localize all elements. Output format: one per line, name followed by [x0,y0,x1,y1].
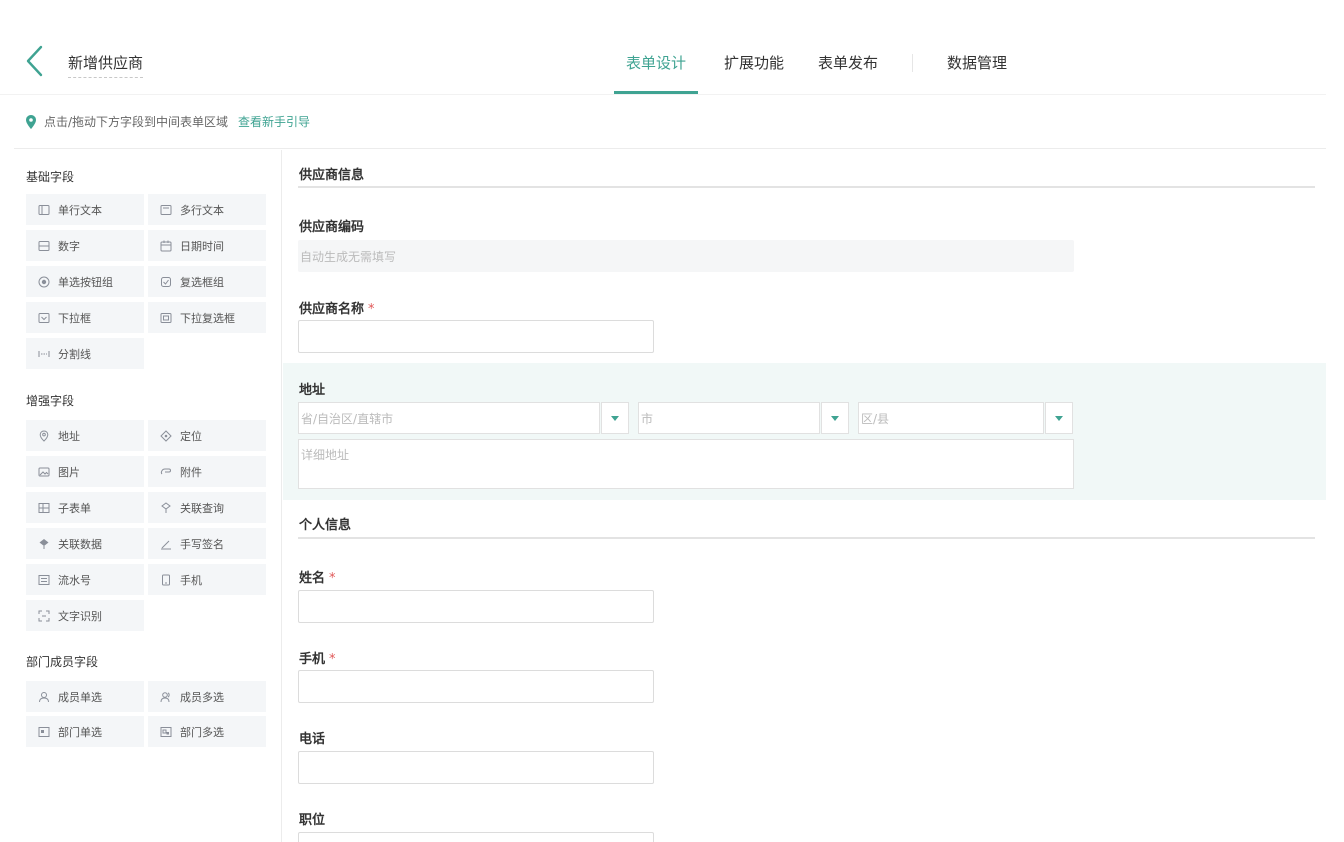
tab-form-publish[interactable]: 表单发布 [818,48,878,94]
required-mark: * [329,571,336,586]
field-member-multi[interactable]: 成员多选 [148,681,266,712]
form-canvas: 供应商信息 供应商编码 自动生成无需填写 供应商名称 * 地址 省/自治区/直辖市… [283,150,1326,842]
serial-number-icon [38,574,50,586]
supplier-code-field: 自动生成无需填写 [298,240,1074,272]
hint-bar: 点击/拖动下方字段到中间表单区域 查看新手引导 [26,113,310,130]
calendar-icon [160,240,172,252]
signature-icon [160,538,172,550]
name-label[interactable]: 姓名 * [299,567,336,586]
relation-query-icon [160,501,172,514]
position-label[interactable]: 职位 [299,809,325,828]
dropdown-icon [38,312,50,324]
guide-link[interactable]: 查看新手引导 [238,113,310,130]
field-phone[interactable]: 手机 [148,564,266,595]
position-input[interactable] [298,832,654,842]
form-title[interactable]: 新增供应商 [68,52,144,78]
basic-fields-title: 基础字段 [26,170,75,184]
city-dropdown-arrow-icon[interactable] [821,402,849,434]
field-member-single[interactable]: 成员单选 [26,681,144,712]
ocr-icon [38,610,50,622]
field-attachment[interactable]: 附件 [148,456,266,487]
group-supplier-info-line [298,186,1315,188]
tab-form-design[interactable]: 表单设计 [614,48,699,94]
subform-icon [38,502,50,514]
member-single-icon [38,691,50,703]
field-datetime[interactable]: 日期时间 [148,230,266,261]
department-multi-icon [160,726,172,738]
back-button[interactable] [22,44,48,78]
field-ocr[interactable]: 文字识别 [26,600,144,631]
field-divider[interactable]: 分割线 [26,338,144,369]
field-department-multi[interactable]: 部门多选 [148,716,266,747]
header-divider [0,94,1326,95]
field-subform[interactable]: 子表单 [26,492,144,523]
single-line-text-icon [38,204,50,216]
group-supplier-info-title[interactable]: 供应商信息 [299,164,364,183]
multi-dropdown-icon [160,312,172,324]
attachment-icon [160,466,172,478]
location-pin-icon [26,114,36,129]
tab-data-management[interactable]: 数据管理 [947,48,1007,94]
field-single-line-text[interactable]: 单行文本 [26,194,144,225]
address-detail-textarea[interactable]: 详细地址 [298,439,1074,489]
mobile-input[interactable] [298,670,654,703]
phone-label[interactable]: 电话 [299,728,325,747]
field-image[interactable]: 图片 [26,456,144,487]
tab-bar: 表单设计 扩展功能 表单发布 数据管理 [614,48,1007,96]
multi-line-text-icon [160,204,172,216]
mobile-label[interactable]: 手机 * [299,648,336,667]
checkbox-icon [160,276,172,288]
member-multi-icon [160,691,172,703]
field-signature[interactable]: 手写签名 [148,528,266,559]
field-relation-query[interactable]: 关联查询 [148,492,266,523]
chevron-left-icon [26,45,43,77]
field-department-single[interactable]: 部门单选 [26,716,144,747]
required-mark: * [368,302,375,317]
member-fields-title: 部门成员字段 [26,655,99,669]
field-serial-number[interactable]: 流水号 [26,564,144,595]
supplier-name-input[interactable] [298,320,654,353]
field-checkbox-group[interactable]: 复选框组 [148,266,266,297]
enhanced-fields-title: 增强字段 [26,394,75,408]
tab-divider [912,54,914,72]
field-dropdown[interactable]: 下拉框 [26,302,144,333]
address-label: 地址 [299,383,326,398]
header: 新增供应商 表单设计 扩展功能 表单发布 数据管理 [0,0,1344,96]
required-mark: * [329,652,336,667]
location-pin-icon [38,429,50,442]
field-relation-data[interactable]: 关联数据 [26,528,144,559]
image-icon [38,466,50,478]
group-personal-info-line [298,537,1315,539]
address-field-block[interactable]: 地址 省/自治区/直辖市 市 区/县 详细地址 [283,363,1326,500]
supplier-code-label[interactable]: 供应商编码 [299,216,364,235]
district-select[interactable]: 区/县 [858,402,1044,434]
department-single-icon [38,726,50,738]
group-personal-info-title[interactable]: 个人信息 [299,514,351,533]
relation-data-icon [38,538,50,550]
phone-input[interactable] [298,751,654,784]
field-address[interactable]: 地址 [26,420,144,451]
field-multi-dropdown[interactable]: 下拉复选框 [148,302,266,333]
district-dropdown-arrow-icon[interactable] [1045,402,1073,434]
hint-divider [14,148,1326,149]
phone-icon [160,574,172,586]
name-input[interactable] [298,590,654,623]
radio-icon [38,276,50,288]
city-select[interactable]: 市 [638,402,820,434]
field-multi-line-text[interactable]: 多行文本 [148,194,266,225]
province-select[interactable]: 省/自治区/直辖市 [298,402,600,434]
field-locate[interactable]: 定位 [148,420,266,451]
tab-extensions[interactable]: 扩展功能 [724,48,784,94]
locate-icon [160,429,172,442]
province-dropdown-arrow-icon[interactable] [601,402,629,434]
divider-icon [38,348,50,360]
hint-text: 点击/拖动下方字段到中间表单区域 [44,115,229,129]
field-palette: 基础字段 单行文本 多行文本 数字 日期时间 单选按钮组 复选框组 下拉框 下拉… [14,150,282,842]
supplier-name-label[interactable]: 供应商名称 * [299,298,375,317]
field-number[interactable]: 数字 [26,230,144,261]
number-icon [38,240,50,252]
field-radio-group[interactable]: 单选按钮组 [26,266,144,297]
